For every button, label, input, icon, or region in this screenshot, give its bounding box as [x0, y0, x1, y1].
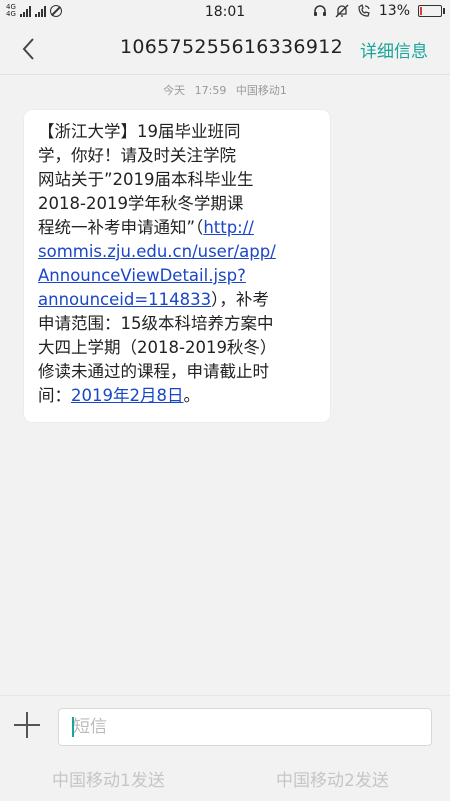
message-line: 【浙江大学】19届毕业班同 — [38, 122, 241, 141]
text-cursor — [72, 717, 74, 737]
send-sim2-button[interactable]: 中国移动2发送 — [276, 766, 389, 791]
message-line: 网站关于”2019届本科毕业生 — [38, 170, 254, 189]
timestamp-day: 今天 — [163, 84, 186, 97]
message-text: 。 — [183, 386, 201, 405]
message-line: 2018-2019学年秋冬学期课 — [38, 194, 244, 213]
status-right: 13% — [313, 3, 445, 19]
compose-area: 中国移动1发送 中国移动2发送 — [0, 695, 450, 801]
detail-info-button[interactable]: 详细信息 — [360, 37, 428, 62]
headset-icon — [313, 5, 326, 16]
contact-number: 106575255616336912 — [120, 36, 343, 58]
status-bar: 4G 4G 18:01 13% — [0, 0, 450, 24]
message-line: sommis.zju.edu.cn/user/app/ — [38, 240, 318, 264]
wifi-call-icon — [358, 4, 370, 17]
message-line: 大四上学期（2018-2019秋冬） — [38, 338, 277, 357]
message-line: 申请范围：15级本科培养方案中 — [38, 314, 274, 333]
send-sim1-button[interactable]: 中国移动1发送 — [52, 766, 165, 791]
conversation-header: 106575255616336912 详细信息 — [0, 24, 450, 75]
battery-icon — [418, 5, 445, 17]
message-line: 修读未通过的课程，申请截止时 — [38, 362, 269, 381]
message-line: 间：2019年2月8日。 — [38, 384, 318, 408]
message-text: 程统一补考申请通知”（ — [38, 218, 204, 237]
sms-input[interactable] — [58, 708, 432, 746]
timestamp-time: 17:59 — [194, 84, 227, 97]
message-text: ），补考 — [211, 290, 269, 309]
message-line: 程统一补考申请通知”（http:// — [38, 216, 318, 240]
date-link[interactable]: 2019年2月8日 — [71, 386, 184, 405]
mute-bell-icon — [335, 4, 349, 18]
message-line: 学，你好！请及时关注学院 — [38, 146, 236, 165]
chevron-left-icon — [22, 38, 34, 60]
message-text: 间： — [38, 386, 71, 405]
message-line: announceid=114833），补考 — [38, 288, 318, 312]
url-link[interactable]: http:// — [203, 218, 254, 237]
url-link[interactable]: AnnounceViewDetail.jsp? — [38, 266, 246, 285]
message-timestamp: 今天 17:59 中国移动1 — [0, 82, 450, 98]
url-link[interactable]: sommis.zju.edu.cn/user/app/ — [38, 242, 276, 261]
message-line: AnnounceViewDetail.jsp? — [38, 264, 318, 288]
add-attachment-button[interactable] — [14, 712, 40, 738]
url-link[interactable]: announceid=114833 — [38, 290, 211, 309]
message-bubble[interactable]: 【浙江大学】19届毕业班同 学，你好！请及时关注学院 网站关于”2019届本科毕… — [24, 110, 330, 422]
timestamp-carrier: 中国移动1 — [235, 84, 287, 97]
back-button[interactable] — [14, 34, 44, 64]
battery-percent: 13% — [378, 3, 410, 19]
